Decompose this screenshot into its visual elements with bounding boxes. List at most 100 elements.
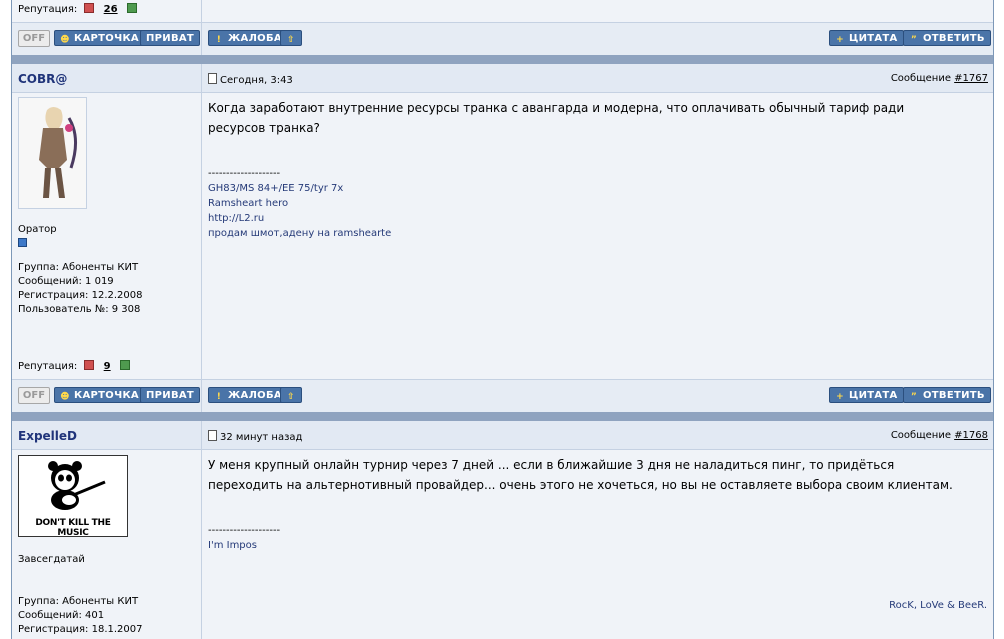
column-divider <box>201 64 202 380</box>
post-date: 32 минут назад <box>208 430 302 443</box>
post-date: Сегодня, 3:43 <box>208 73 293 86</box>
avatar-caption: DON'T KILL THE MUSIC <box>35 518 111 538</box>
reply-button[interactable]: ” ОТВЕТИТЬ <box>903 30 991 46</box>
message-number: Сообщение #1768 <box>891 430 988 441</box>
quote-button-label: ЦИТАТА <box>849 390 898 401</box>
column-divider <box>201 0 202 22</box>
user-number: Пользователь №: 9 308 <box>18 304 141 315</box>
plus-icon: + <box>836 392 844 402</box>
post-time: Сегодня, 3:43 <box>220 75 293 86</box>
signature-link[interactable]: http://L2.ru <box>208 211 391 226</box>
post-author[interactable]: COBR@ <box>18 72 67 86</box>
signature: -------------------- GH83/MS 84+/EE 75/t… <box>208 166 391 241</box>
column-divider <box>201 23 202 55</box>
message-link[interactable]: #1767 <box>954 73 988 84</box>
reply-button-label: ОТВЕТИТЬ <box>923 33 985 44</box>
signature-right: RocK, LoVe & BeeR. <box>889 600 987 611</box>
online-status-button[interactable]: OFF <box>18 30 50 47</box>
post-header <box>12 64 993 92</box>
column-divider <box>201 380 202 412</box>
message-label: Сообщение <box>890 73 951 84</box>
panda-guitar-image <box>48 461 106 510</box>
signature-line: GH83/MS 84+/EE 75/tyr 7x <box>208 183 344 194</box>
post-separator <box>12 412 993 421</box>
rank-icon <box>18 237 27 250</box>
message-link[interactable]: #1768 <box>954 430 988 441</box>
rank-square-icon <box>18 238 27 247</box>
card-button[interactable]: ☻ КАРТОЧКА <box>54 387 145 403</box>
signature-divider: -------------------- <box>208 168 281 179</box>
report-button[interactable]: ! ЖАЛОБА <box>208 30 288 46</box>
signature-divider: -------------------- <box>208 525 281 536</box>
message-label: Сообщение <box>890 430 951 441</box>
user-group: Группа: Абоненты КИТ <box>18 596 139 607</box>
quote-button[interactable]: + ЦИТАТА <box>829 387 904 403</box>
user-messages: Сообщений: 1 019 <box>18 276 114 287</box>
exclamation-icon: ! <box>216 392 222 402</box>
user-messages: Сообщений: 401 <box>18 610 105 621</box>
report-button-label: ЖАЛОБА <box>228 33 282 44</box>
user-group: Группа: Абоненты КИТ <box>18 262 139 273</box>
online-status-button[interactable]: OFF <box>18 387 50 404</box>
private-button-label: ПРИВАТ <box>146 390 195 401</box>
scroll-top-button[interactable]: ⇧ <box>280 387 302 403</box>
plus-icon: + <box>836 35 844 45</box>
post-text-line: переходить на альтернотивный провайдер..… <box>208 478 953 492</box>
user-icon: ☻ <box>60 392 70 402</box>
avatar-character-image <box>39 107 77 198</box>
post-text-line: Когда заработают внутренние ресурсы тран… <box>208 101 905 115</box>
user-rank: Оратор <box>18 224 57 235</box>
card-button-label: КАРТОЧКА <box>74 33 139 44</box>
user-registration: Регистрация: 12.2.2008 <box>18 290 143 301</box>
reply-button-label: ОТВЕТИТЬ <box>923 390 985 401</box>
reputation-row: Репутация: 26 <box>18 3 137 15</box>
divider <box>12 92 993 93</box>
quote-marks-icon: ” <box>910 35 918 45</box>
reputation-plus-icon[interactable] <box>126 3 137 13</box>
report-button-label: ЖАЛОБА <box>228 390 282 401</box>
quote-button-label: ЦИТАТА <box>849 33 898 44</box>
reply-button[interactable]: ” ОТВЕТИТЬ <box>903 387 991 403</box>
message-number: Сообщение #1767 <box>891 73 988 84</box>
post-author[interactable]: ExpelleD <box>18 429 77 443</box>
card-button[interactable]: ☻ КАРТОЧКА <box>54 30 145 46</box>
signature-line: I'm Impos <box>208 540 257 551</box>
post-time: 32 минут назад <box>220 432 303 443</box>
column-divider <box>201 421 202 639</box>
prev-post-bottom <box>12 0 993 22</box>
card-button-label: КАРТОЧКА <box>74 390 139 401</box>
arrow-up-icon: ⇧ <box>287 392 295 402</box>
post-body: У меня крупный онлайн турнир через 7 дне… <box>208 455 953 495</box>
reputation-label: Репутация: <box>18 4 78 15</box>
user-registration: Регистрация: 18.1.2007 <box>18 624 143 635</box>
avatar: DON'T KILL THE MUSIC <box>18 455 128 538</box>
private-message-button[interactable]: ПРИВАТ <box>140 387 201 403</box>
post-separator <box>12 55 993 64</box>
avatar <box>18 97 87 209</box>
forum-thread: Репутация: 26 OFF ☻ КАРТОЧКА ПРИВАТ ! ЖАЛО… <box>11 0 994 639</box>
post-text-line: У меня крупный онлайн турнир через 7 дне… <box>208 458 895 472</box>
reputation-value[interactable]: 9 <box>104 361 111 372</box>
private-message-button[interactable]: ПРИВАТ <box>140 30 201 46</box>
private-button-label: ПРИВАТ <box>146 33 195 44</box>
post-icon <box>208 430 217 441</box>
scroll-top-button[interactable]: ⇧ <box>280 30 302 46</box>
reputation-minus-icon[interactable] <box>84 360 95 370</box>
reputation-minus-icon[interactable] <box>84 3 95 13</box>
post-header <box>12 421 993 449</box>
reputation-value[interactable]: 26 <box>104 4 118 15</box>
post-text-line: ресурсов транка? <box>208 121 320 135</box>
signature-line: продам шмот,адену на ramshearte <box>208 228 392 239</box>
quote-marks-icon: ” <box>910 392 918 402</box>
report-button[interactable]: ! ЖАЛОБА <box>208 387 288 403</box>
signature: -------------------- I'm Impos <box>208 523 280 553</box>
reputation-plus-icon[interactable] <box>119 360 130 370</box>
reputation-label: Репутация: <box>18 361 78 372</box>
reputation-row: Репутация: 9 <box>18 360 130 372</box>
user-icon: ☻ <box>60 35 70 45</box>
post-body: Когда заработают внутренние ресурсы тран… <box>208 98 904 138</box>
signature-line: Ramsheart hero <box>208 198 289 209</box>
exclamation-icon: ! <box>216 35 222 45</box>
arrow-up-icon: ⇧ <box>287 35 295 45</box>
quote-button[interactable]: + ЦИТАТА <box>829 30 904 46</box>
